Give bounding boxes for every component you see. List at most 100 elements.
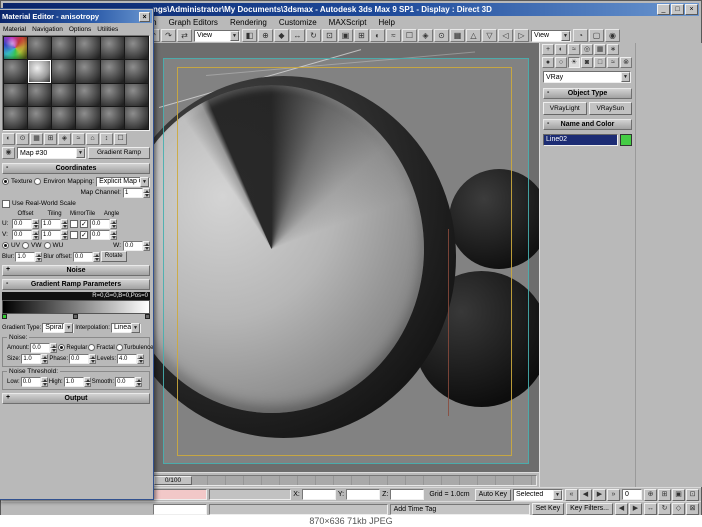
menu-item[interactable]: Help: [378, 18, 394, 27]
time-slider-track[interactable]: 0/100: [153, 475, 537, 486]
toolbar-icon[interactable]: ⊡: [322, 29, 337, 42]
offset-v-spinner[interactable]: 0.0: [12, 230, 39, 240]
high-spinner[interactable]: 1.0: [64, 377, 91, 387]
maxscript-listener-input[interactable]: [153, 504, 207, 515]
category-icon[interactable]: ◙: [581, 57, 593, 68]
gradient-flag[interactable]: [145, 314, 150, 319]
phase-spinner[interactable]: 0.0: [69, 354, 96, 364]
reference-coordinate-dropdown[interactable]: View: [194, 30, 240, 42]
time-slider-thumb[interactable]: 0/100: [154, 476, 192, 485]
toolbar-icon[interactable]: ◈: [418, 29, 433, 42]
material-slot[interactable]: [101, 37, 124, 59]
material-slot[interactable]: [101, 107, 124, 129]
material-name-dropdown[interactable]: Map #30: [17, 147, 86, 159]
material-slot[interactable]: [28, 107, 51, 129]
material-slot[interactable]: [101, 60, 124, 82]
command-panel-tab-icon[interactable]: ◐: [555, 44, 567, 55]
selection-set-dropdown[interactable]: Selected: [513, 489, 563, 501]
wu-radio[interactable]: [44, 242, 51, 249]
material-slot[interactable]: [52, 84, 75, 106]
map-type-button[interactable]: Gradient Ramp: [88, 147, 150, 159]
material-slot[interactable]: [52, 37, 75, 59]
angle-v-spinner[interactable]: 0.0: [90, 230, 117, 240]
auto-key-button[interactable]: Auto Key: [475, 489, 511, 501]
material-tool-icon[interactable]: ▦: [30, 133, 43, 145]
object-color-swatch[interactable]: [620, 134, 632, 146]
material-slot[interactable]: [4, 84, 27, 106]
material-slot[interactable]: [52, 107, 75, 129]
material-slot[interactable]: [28, 84, 51, 106]
tile-u-checkbox[interactable]: [80, 220, 88, 228]
size-spinner[interactable]: 1.0: [21, 354, 48, 364]
menu-item[interactable]: Material: [3, 26, 26, 33]
toolbar-icon[interactable]: ⊙: [434, 29, 449, 42]
add-time-tag-button[interactable]: Add Time Tag: [390, 504, 530, 515]
toolbar-icon[interactable]: ▽: [482, 29, 497, 42]
command-panel-tab-icon[interactable]: ▦: [594, 44, 606, 55]
toolbar-icon[interactable]: ⇄: [177, 29, 192, 42]
viewport-nav-icon[interactable]: ⊡: [686, 489, 699, 501]
material-slot[interactable]: [76, 84, 99, 106]
category-icon[interactable]: ≈: [607, 57, 619, 68]
category-icon[interactable]: ⊗: [620, 57, 632, 68]
menu-item[interactable]: MAXScript: [329, 18, 367, 27]
key-step-icon[interactable]: ◀: [615, 503, 628, 515]
create-object-button[interactable]: VRaySun: [589, 102, 633, 115]
category-icon[interactable]: ●: [542, 57, 554, 68]
material-slot[interactable]: [28, 60, 51, 82]
interpolation-dropdown[interactable]: Linear: [111, 323, 141, 333]
perspective-viewport[interactable]: [151, 43, 539, 472]
pick-material-icon[interactable]: ◉: [2, 147, 15, 159]
angle-u-spinner[interactable]: 0.0: [90, 219, 117, 229]
category-icon[interactable]: ○: [555, 57, 567, 68]
transport-icon[interactable]: »: [607, 489, 620, 501]
viewport-nav-icon[interactable]: ⊞: [658, 489, 671, 501]
toolbar-icon[interactable]: ⊕: [258, 29, 273, 42]
command-panel-tab-icon[interactable]: ∗: [607, 44, 619, 55]
key-filters-button[interactable]: Key Filters...: [566, 503, 613, 515]
viewport-nav-icon[interactable]: ↻: [658, 503, 671, 515]
toolbar-icon[interactable]: ▷: [514, 29, 529, 42]
material-slot[interactable]: [52, 60, 75, 82]
material-tool-icon[interactable]: ☐: [114, 133, 127, 145]
material-slot[interactable]: [4, 37, 27, 59]
toolbar-icon[interactable]: △: [466, 29, 481, 42]
vw-radio[interactable]: [22, 242, 29, 249]
rotate-button[interactable]: Rotate: [101, 251, 127, 262]
toolbar-icon[interactable]: ≈: [386, 29, 401, 42]
mirror-v-checkbox[interactable]: [70, 231, 78, 239]
smooth-spinner[interactable]: 0.0: [115, 377, 142, 387]
fractal-radio[interactable]: [88, 344, 95, 351]
menu-item[interactable]: Customize: [279, 18, 317, 27]
material-slot[interactable]: [125, 37, 148, 59]
blur-spinner[interactable]: 1.0: [15, 252, 42, 262]
command-panel-tab-icon[interactable]: ◎: [581, 44, 593, 55]
material-editor-titlebar[interactable]: Material Editor - anisotropy ×: [0, 10, 152, 23]
material-tool-icon[interactable]: ⌂: [86, 133, 99, 145]
menu-item[interactable]: Rendering: [230, 18, 267, 27]
create-object-button[interactable]: VRayLight: [543, 102, 587, 115]
uv-radio[interactable]: [2, 242, 9, 249]
gradient-ramp-bar[interactable]: [2, 300, 150, 314]
category-icon[interactable]: ☀: [568, 57, 580, 68]
object-name-field[interactable]: Line02: [543, 134, 618, 146]
texture-radio[interactable]: [2, 178, 9, 185]
key-step-icon[interactable]: ▶: [629, 503, 642, 515]
toolbar-icon[interactable]: ◉: [605, 29, 620, 42]
render-type-dropdown[interactable]: View: [531, 30, 571, 42]
offset-u-spinner[interactable]: 0.0: [12, 219, 39, 229]
maxscript-mini-listener[interactable]: [153, 489, 207, 500]
toolbar-icon[interactable]: ▦: [450, 29, 465, 42]
material-slot[interactable]: [76, 60, 99, 82]
menu-item[interactable]: Navigation: [32, 26, 63, 33]
material-slot[interactable]: [76, 107, 99, 129]
gradient-ramp-parameters-rollout[interactable]: Gradient Ramp Parameters: [2, 279, 150, 290]
toolbar-icon[interactable]: ▢: [589, 29, 604, 42]
menu-item[interactable]: Utilities: [97, 26, 118, 33]
viewport-nav-icon[interactable]: ▣: [672, 489, 685, 501]
viewport-nav-icon[interactable]: ⊕: [644, 489, 657, 501]
toolbar-icon[interactable]: ▣: [338, 29, 353, 42]
transport-icon[interactable]: «: [565, 489, 578, 501]
noise-rollout[interactable]: Noise: [2, 265, 150, 276]
material-tool-icon[interactable]: ⊙: [16, 133, 29, 145]
